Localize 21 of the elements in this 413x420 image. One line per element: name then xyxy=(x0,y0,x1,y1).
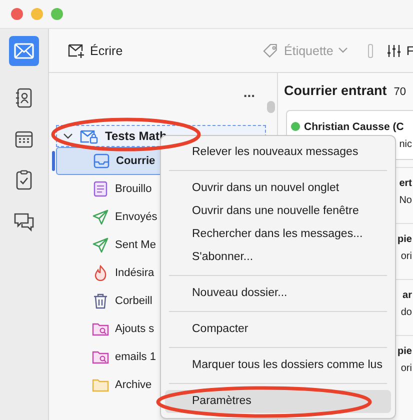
folder-name: emails 1 xyxy=(115,351,156,363)
folder-name: Ajouts s xyxy=(115,323,154,335)
message-text: ar xyxy=(402,290,412,301)
message-text: ori xyxy=(400,251,412,262)
message-count: 70 xyxy=(394,86,406,98)
message-text: pie xyxy=(398,234,412,245)
message-text: do xyxy=(400,307,412,318)
message-text: nic xyxy=(399,138,412,150)
message-text: ori xyxy=(400,363,412,374)
sender-name: Christian Causse (C xyxy=(304,120,404,132)
folder-name: Corbeill xyxy=(115,295,152,307)
folder-name: Sent Me xyxy=(115,239,156,251)
folder-name: Courrie xyxy=(116,155,156,167)
folder-name: Brouillo xyxy=(115,183,152,195)
message-text: ert xyxy=(399,178,412,189)
folder-name: Envoyés xyxy=(115,211,158,223)
message-text: pie xyxy=(398,346,412,357)
folder-name: Indésira xyxy=(115,267,154,279)
folder-title: Courrier entrant xyxy=(284,83,387,98)
message-text: No xyxy=(399,195,412,206)
folder-name: Archive xyxy=(115,379,152,391)
